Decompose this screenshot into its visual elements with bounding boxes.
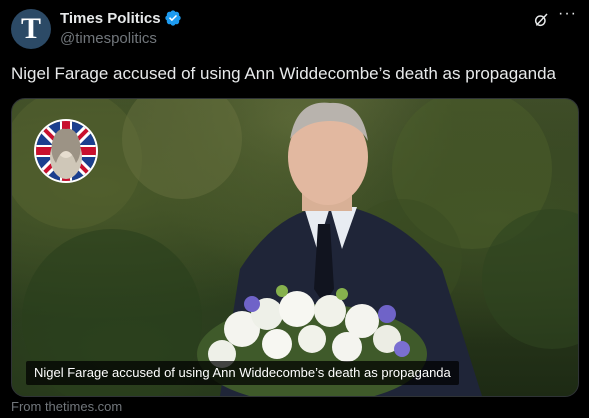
display-name[interactable]: Times Politics <box>60 10 161 27</box>
account-avatar[interactable]: T <box>11 9 51 49</box>
avatar-letter: T <box>20 12 41 45</box>
link-source[interactable]: From thetimes.com <box>11 399 122 414</box>
channel-logo <box>34 119 98 183</box>
account-handle[interactable]: @timespolitics <box>60 30 157 47</box>
video-caption: Nigel Farage accused of using Ann Widdec… <box>26 361 459 385</box>
grok-icon[interactable] <box>533 12 549 28</box>
more-options-icon[interactable]: ··· <box>558 5 577 23</box>
tweet-text: Nigel Farage accused of using Ann Widdec… <box>11 64 556 83</box>
tweet-media-card[interactable]: Nigel Farage accused of using Ann Widdec… <box>11 98 579 397</box>
verified-badge-icon <box>165 10 181 26</box>
